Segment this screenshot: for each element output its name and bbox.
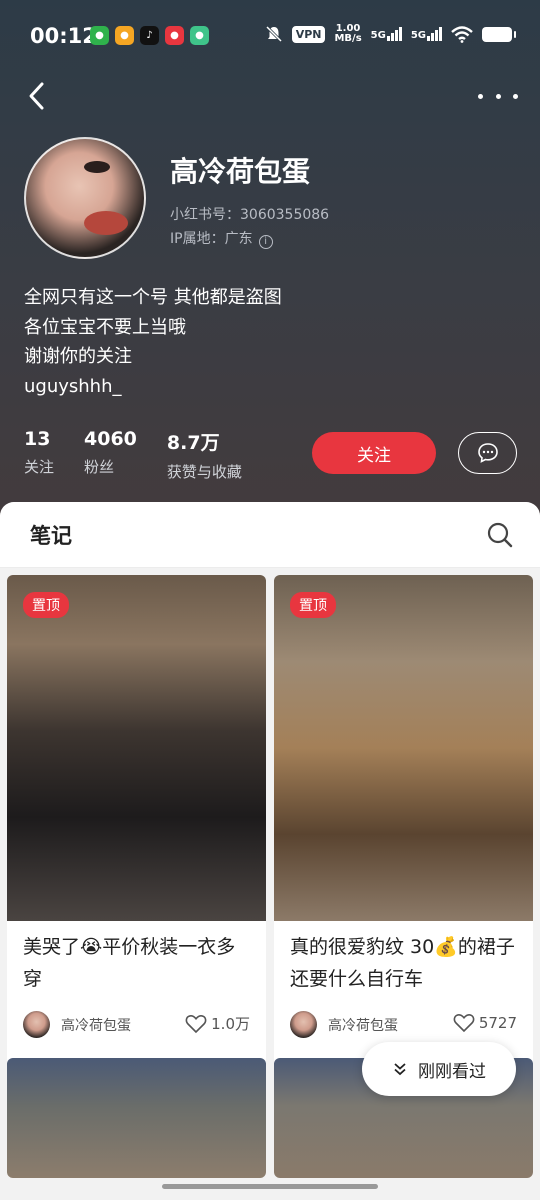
stat-value: 8.7万 [166,432,220,454]
system-icons: VPN 1.00 MB/s 5G 5G [265,24,516,44]
signal-1: 5G [371,27,402,41]
stat-label: 关注 [24,458,55,476]
status-time: 00:12 [30,24,97,48]
bio-line: 谢谢你的关注 [24,346,132,367]
mute-bell-icon [265,25,282,43]
notification-icons: ● ● ♪ ● ● [90,26,209,45]
avatar-detail [84,161,110,173]
message-app-icon: ● [190,26,209,45]
like-button[interactable]: 5727 [453,1013,517,1033]
profile-name: 高冷荷包蛋 [170,155,311,188]
follow-button[interactable]: 关注 [312,432,436,474]
tab-notes[interactable]: 笔记 [30,520,72,550]
note-card[interactable]: 置顶 真的很爱豹纹 30💰的裙子还要什么自行车 高冷荷包蛋 5727 [274,575,533,1067]
user-id: 小红书号：3060355086 [170,207,330,223]
chat-bubble-icon [477,443,498,463]
info-icon[interactable]: i [258,235,273,249]
stat-label: 粉丝 [84,458,115,476]
note-cover-image[interactable]: 置顶 [274,575,533,921]
heart-icon [453,1014,475,1033]
stat-value: 4060 [84,428,137,450]
stat-label: 获赞与收藏 [166,463,242,481]
signal-2: 5G [411,27,442,41]
vpn-badge: VPN [291,25,326,43]
signal-1-label: 5G [370,30,386,41]
wechat-icon: ● [90,26,109,45]
weibo-icon: ● [115,26,134,45]
recently-viewed-button[interactable]: 刚刚看过 [362,1042,516,1096]
bio-line: 全网只有这一个号 其他都是盗图 [24,287,282,308]
stat-followers[interactable]: 4060 粉丝 [84,428,137,482]
search-icon[interactable] [486,521,514,549]
stat-likes-collections[interactable]: 8.7万 获赞与收藏 [167,428,242,482]
stat-value: 13 [24,428,51,450]
author-avatar[interactable] [290,1011,317,1038]
notes-header: 笔记 [0,502,540,568]
home-indicator[interactable] [162,1184,378,1189]
network-speed: 1.00 MB/s [334,24,361,44]
more-options-icon[interactable] [478,82,518,110]
status-bar: 00:12 ● ● ♪ ● ● VPN 1.00 MB/s 5G 5G [0,0,540,72]
stat-following[interactable]: 13 关注 [24,428,54,482]
author-avatar[interactable] [23,1011,50,1038]
tiktok-icon: ♪ [140,26,159,45]
note-title[interactable]: 美哭了😭平价秋装一衣多穿 [7,921,266,1005]
back-arrow-icon[interactable] [22,78,58,114]
wifi-icon [451,25,473,43]
recently-viewed-label: 刚刚看过 [418,1061,486,1082]
signal-bars-icon [386,27,402,41]
speed-unit: MB/s [334,33,362,44]
double-chevron-down-icon [394,1063,406,1076]
author-name[interactable]: 高冷荷包蛋 [328,1015,398,1035]
like-button[interactable]: 1.0万 [185,1013,250,1034]
signal-2-label: 5G [410,30,426,41]
message-button[interactable] [458,432,517,474]
ip-location-text: IP属地：广东 [170,231,253,247]
bio-line: 各位宝宝不要上当哦 [24,316,186,338]
note-cover-image[interactable] [7,1058,266,1178]
pinned-badge: 置顶 [23,592,69,618]
avatar[interactable] [24,137,146,259]
like-count: 5727 [478,1014,517,1032]
author-name[interactable]: 高冷荷包蛋 [61,1015,131,1035]
note-card[interactable] [7,1058,266,1178]
heart-icon [185,1014,207,1033]
profile-stats: 13 关注 4060 粉丝 8.7万 获赞与收藏 [24,428,272,482]
like-count: 1.0万 [211,1015,250,1033]
signal-bars-icon [427,27,442,41]
pinned-badge: 置顶 [290,592,336,618]
note-cover-image[interactable]: 置顶 [7,575,266,921]
profile-bio: 全网只有这一个号 其他都是盗图 各位宝宝不要上当哦 谢谢你的关注 uguyshh… [24,283,282,401]
battery-icon [482,26,516,42]
profile-header: 00:12 ● ● ♪ ● ● VPN 1.00 MB/s 5G 5G 高冷荷包… [0,0,540,520]
avatar-detail [84,211,128,235]
note-card[interactable]: 置顶 美哭了😭平价秋装一衣多穿 高冷荷包蛋 1.0万 [7,575,266,1067]
ip-location: IP属地：广东 i [170,228,273,249]
app-notification-icon: ● [165,26,184,45]
note-title[interactable]: 真的很爱豹纹 30💰的裙子还要什么自行车 [274,921,533,1005]
bio-line: uguyshhh_ [24,375,122,397]
